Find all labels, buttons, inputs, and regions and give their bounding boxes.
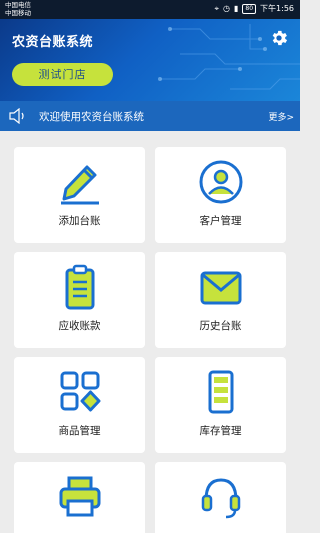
carrier-1: 中国电信 <box>5 1 31 9</box>
menu-item-label: 添加台账 <box>58 215 101 227</box>
grid-icon <box>60 371 101 412</box>
pencil-icon <box>61 165 99 205</box>
more-link[interactable]: 更多> <box>268 110 294 123</box>
speaker-icon <box>9 108 24 124</box>
app-title: 农资台账系统 <box>12 35 94 50</box>
menu-item-receivables[interactable]: 应收账款 <box>14 252 145 348</box>
menu-item-label: 库存管理 <box>199 425 242 437</box>
menu-item-add-ledger[interactable]: 添加台账 <box>14 147 145 243</box>
menu-item-label: 商品管理 <box>58 425 101 437</box>
menu-item-label: 应收账款 <box>58 320 101 332</box>
user-icon <box>199 160 243 204</box>
gear-icon[interactable] <box>269 28 289 48</box>
carrier-2: 中国移动 <box>5 9 31 17</box>
alarm-icon: ◷ <box>223 4 230 13</box>
status-bar: 中国电信 中国移动 ⌖ ◷ ▮ 80 下午1:56 <box>0 0 300 19</box>
announcement-text: 欢迎使用农资台账系统 <box>39 111 144 123</box>
announcement-bar: 欢迎使用农资台账系统 更多> <box>0 101 300 131</box>
menu-item-label: 历史台账 <box>199 320 242 332</box>
menu-item-products[interactable]: 商品管理 <box>14 357 145 453</box>
menu-item-printer[interactable] <box>14 462 145 533</box>
status-time: 下午1:56 <box>260 4 294 13</box>
location-icon: ⌖ <box>214 3 219 13</box>
headset-icon <box>201 478 241 519</box>
menu-item-customers[interactable]: 客户管理 <box>155 147 286 243</box>
menu-item-support[interactable] <box>155 462 286 533</box>
store-selector-button[interactable]: 测试门店 <box>12 63 113 86</box>
battery-indicator: 80 <box>242 3 257 14</box>
menu-item-inventory[interactable]: 库存管理 <box>155 357 286 453</box>
signal-icon: ▮ <box>233 4 239 13</box>
app-header: 农资台账系统 测试门店 <box>0 19 300 101</box>
menu-item-history[interactable]: 历史台账 <box>155 252 286 348</box>
inventory-icon <box>208 370 234 414</box>
menu-item-label: 客户管理 <box>199 215 242 227</box>
envelope-icon <box>200 271 242 305</box>
printer-icon <box>59 476 101 517</box>
carrier-info: 中国电信 中国移动 <box>5 1 31 17</box>
status-icons: ⌖ ◷ ▮ 80 下午1:56 <box>214 3 294 14</box>
clipboard-icon <box>65 264 95 310</box>
